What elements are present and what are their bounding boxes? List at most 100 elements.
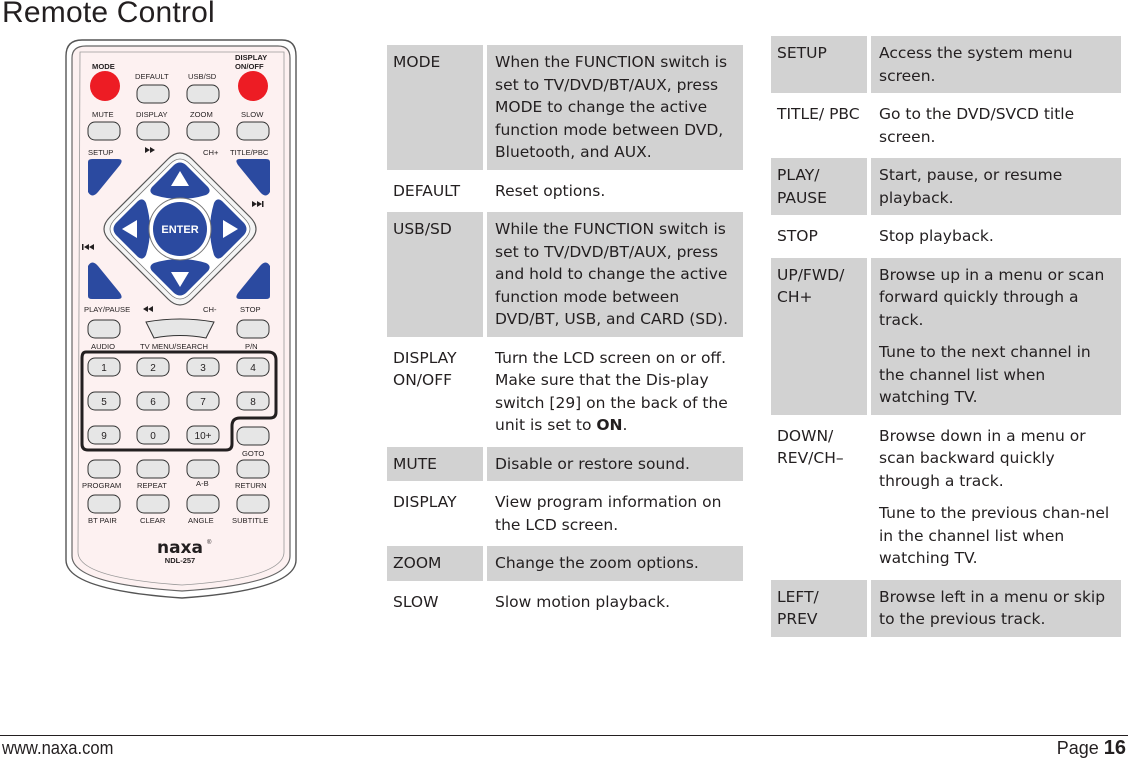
- label-enter: ENTER: [161, 224, 198, 236]
- page-number: 16: [1103, 737, 1126, 759]
- button-description: Go to the DVD/SVCD title screen.: [867, 97, 1121, 154]
- button-name: TITLE/ PBC: [777, 105, 860, 123]
- page-label: Page: [1056, 738, 1099, 758]
- button-description: Stop playback.: [867, 219, 1121, 254]
- ab-button[interactable]: [186, 459, 220, 479]
- label-setup: SETUP: [88, 148, 113, 157]
- label-pn: P/N: [245, 342, 258, 351]
- button-description-table-left: MODE When the FUNCTION switch is set to T…: [387, 45, 743, 619]
- bt-pair-button[interactable]: [87, 494, 121, 514]
- button-name: STOP: [777, 227, 818, 245]
- label-mode: MODE: [92, 62, 115, 71]
- button-description: Browse down in a menu or scan backward q…: [867, 418, 1121, 576]
- description-paragraph: Slow motion playback.: [495, 592, 671, 611]
- mute-button[interactable]: [87, 121, 121, 141]
- button-description-table-right: SETUP Access the system menu screen. TITLE…: [771, 36, 1121, 637]
- button-description: Turn the LCD screen on or off. Make sure…: [483, 340, 743, 443]
- model-number: NDL-257: [165, 556, 195, 565]
- label-display-onoff-2: ON/OFF: [235, 62, 264, 71]
- description-paragraph: Browse left in a menu or skip to the pre…: [879, 587, 1106, 629]
- table-row: DISPLAY View program information on the L…: [387, 481, 743, 542]
- table-row: PLAY/ PAUSE Start, pause, or resume playb…: [771, 154, 1121, 215]
- button-description: While the FUNCTION switch is set to TV/D…: [483, 212, 743, 337]
- footer-page: Page 16: [1057, 737, 1126, 760]
- table-row: ZOOM Change the zoom options.: [387, 542, 743, 581]
- button-description: Browse left in a menu or skip to the pre…: [867, 579, 1121, 637]
- repeat-button[interactable]: [136, 459, 170, 479]
- numpad-key-label: 0: [150, 431, 156, 442]
- description-paragraph: View program information on the LCD scre…: [495, 493, 722, 534]
- button-name: DISPLAY ON/OFF: [393, 348, 457, 390]
- description-paragraph: While the FUNCTION switch is set to TV/D…: [495, 220, 728, 328]
- table-row: TITLE/ PBC Go to the DVD/SVCD title scree…: [771, 93, 1121, 154]
- table-row: DISPLAY ON/OFF Turn the LCD screen on or …: [387, 336, 743, 443]
- description-paragraph: Reset options.: [495, 181, 606, 200]
- label-return: RETURN: [235, 481, 267, 490]
- numpad-key-label: 1: [101, 363, 107, 374]
- label-chminus: CH-: [203, 305, 217, 314]
- button-name: UP/FWD/ CH+: [771, 257, 867, 415]
- goto-button[interactable]: [236, 426, 270, 446]
- footer-url[interactable]: www.naxa.com: [2, 738, 113, 759]
- display-onoff-button[interactable]: [238, 71, 268, 101]
- button-description: Reset options.: [483, 173, 743, 208]
- table-row: MUTE Disable or restore sound.: [387, 442, 743, 481]
- description-paragraph: Access the system menu screen.: [879, 44, 1073, 85]
- label-program: PROGRAM: [82, 481, 121, 490]
- program-button[interactable]: [87, 459, 121, 479]
- label-slow: SLOW: [241, 110, 264, 119]
- description-emphasis: ON: [596, 416, 623, 434]
- label-display-onoff-1: DISPLAY: [235, 53, 267, 62]
- subtitle-button[interactable]: [236, 494, 270, 514]
- usbsd-button[interactable]: [186, 84, 220, 104]
- footer-divider: [0, 735, 1128, 736]
- button-description: Slow motion playback.: [483, 584, 743, 619]
- label-titlepbc: TITLE/PBC: [230, 148, 269, 157]
- button-description: Start, pause, or resume playback.: [867, 158, 1121, 215]
- description-paragraph: Change the zoom options.: [495, 554, 699, 572]
- button-name: PLAY/ PAUSE: [771, 158, 867, 215]
- default-button[interactable]: [136, 84, 170, 104]
- numpad-key-label: 5: [101, 397, 107, 408]
- label-playpause: PLAY/PAUSE: [84, 305, 130, 314]
- button-name: SETUP: [771, 36, 867, 93]
- label-repeat: REPEAT: [137, 481, 167, 490]
- label-audio: AUDIO: [91, 342, 115, 351]
- tv-menu-search-button[interactable]: [145, 318, 215, 339]
- zoom-button[interactable]: [186, 121, 220, 141]
- return-button[interactable]: [236, 459, 270, 479]
- label-goto: GOTO: [242, 449, 264, 458]
- button-name: LEFT/ PREV: [771, 579, 867, 637]
- numpad-key-label: 4: [250, 363, 256, 374]
- button-description: Disable or restore sound.: [483, 446, 743, 481]
- audio-button[interactable]: [87, 319, 121, 339]
- button-name: DOWN/ REV/CH–: [777, 426, 844, 468]
- remote-illustration: MODE DISPLAY ON/OFF DEFAULT USB/SD MUTE …: [0, 0, 380, 720]
- label-ab: A-B: [196, 479, 209, 488]
- pn-button[interactable]: [236, 319, 270, 339]
- button-description: Change the zoom options.: [483, 546, 743, 581]
- button-name: DISPLAY: [393, 493, 457, 511]
- slow-button[interactable]: [236, 121, 270, 141]
- label-subtitle: SUBTITLE: [232, 516, 268, 525]
- registered-mark: ®: [207, 539, 212, 546]
- label-btpair: BT PAIR: [88, 516, 117, 525]
- table-row: MODE When the FUNCTION switch is set to T…: [387, 45, 743, 170]
- label-chplus: CH+: [203, 148, 219, 157]
- description-paragraph: Start, pause, or resume playback.: [879, 166, 1063, 207]
- description-paragraph: Browse up in a menu or scan forward quic…: [879, 265, 1105, 329]
- angle-button[interactable]: [186, 494, 220, 514]
- numpad-key-label: 3: [200, 363, 206, 374]
- button-name: SLOW: [393, 592, 439, 611]
- label-default: DEFAULT: [135, 72, 169, 81]
- clear-button[interactable]: [136, 494, 170, 514]
- button-name: MODE: [387, 45, 483, 170]
- table-row: STOP Stop playback.: [771, 215, 1121, 254]
- description-paragraph: Tune to the previous chan-nel in the cha…: [879, 504, 1110, 567]
- table-row: USB/SD While the FUNCTION switch is set t…: [387, 208, 743, 337]
- table-row: LEFT/ PREV Browse left in a menu or skip …: [771, 575, 1121, 637]
- display-button[interactable]: [136, 121, 170, 141]
- mode-button[interactable]: [90, 71, 120, 101]
- numpad-key-label: 2: [150, 363, 156, 374]
- button-description: Browse up in a menu or scan forward quic…: [867, 257, 1121, 415]
